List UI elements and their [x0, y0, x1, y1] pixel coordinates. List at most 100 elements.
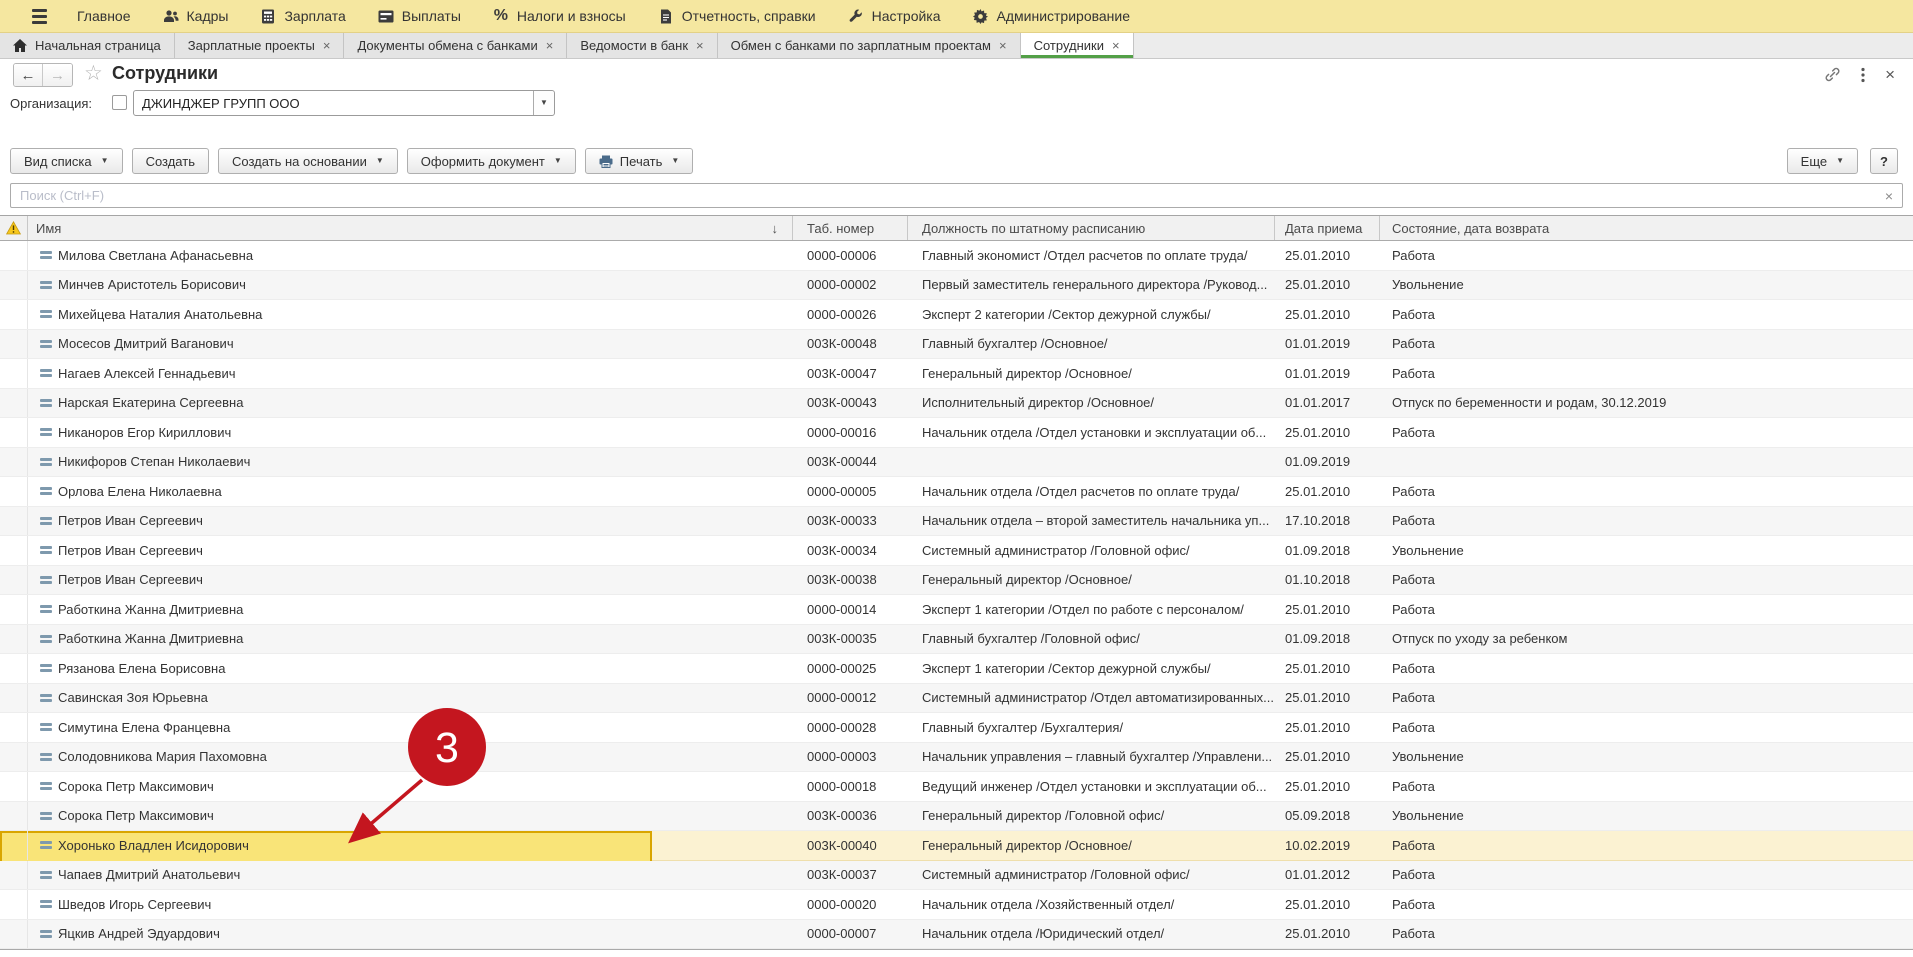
table-row[interactable]: Сорока Петр Максимович 003К-00036 Генера…: [0, 802, 1913, 832]
tab-number-cell[interactable]: 003К-00033: [793, 507, 908, 536]
position-cell[interactable]: Начальник отдела /Юридический отдел/: [908, 920, 1275, 949]
row-marker-cell[interactable]: [0, 713, 28, 742]
tab-number-cell[interactable]: 003К-00044: [793, 448, 908, 477]
get-link-icon[interactable]: [1824, 66, 1841, 83]
position-cell[interactable]: Главный бухгалтер /Головной офис/: [908, 625, 1275, 654]
hire-date-cell[interactable]: 25.01.2010: [1275, 772, 1380, 801]
position-cell[interactable]: Исполнительный директор /Основное/: [908, 389, 1275, 418]
menu-item-main[interactable]: Главное: [61, 0, 147, 32]
hire-date-cell[interactable]: 25.01.2010: [1275, 271, 1380, 300]
row-marker-cell[interactable]: [0, 802, 28, 831]
tab-number-cell[interactable]: 003К-00043: [793, 389, 908, 418]
state-cell[interactable]: Работа: [1380, 418, 1913, 447]
hire-date-cell[interactable]: 01.01.2012: [1275, 861, 1380, 890]
hire-date-cell[interactable]: 25.01.2010: [1275, 743, 1380, 772]
employee-name-cell[interactable]: Сорока Петр Максимович: [28, 772, 793, 801]
table-row[interactable]: Хоронько Владлен Исидорович 003К-00040 Г…: [0, 831, 1913, 861]
employee-name-cell[interactable]: Орлова Елена Николаевна: [28, 477, 793, 506]
tab-number-cell[interactable]: 003К-00034: [793, 536, 908, 565]
tab-number-cell[interactable]: 0000-00018: [793, 772, 908, 801]
column-header-name[interactable]: Имя ↓: [28, 216, 793, 240]
tab-number-cell[interactable]: 0000-00005: [793, 477, 908, 506]
table-row[interactable]: Савинская Зоя Юрьевна 0000-00012 Системн…: [0, 684, 1913, 714]
issue-document-button[interactable]: Оформить документ▼: [407, 148, 576, 174]
state-cell[interactable]: Работа: [1380, 713, 1913, 742]
tab-bank-exchange-documents[interactable]: Документы обмена с банками ×: [344, 33, 567, 58]
hire-date-cell[interactable]: 01.01.2017: [1275, 389, 1380, 418]
employee-name-cell[interactable]: Шведов Игорь Сергеевич: [28, 890, 793, 919]
hire-date-cell[interactable]: 25.01.2010: [1275, 477, 1380, 506]
state-cell[interactable]: [1380, 448, 1913, 477]
row-marker-cell[interactable]: [0, 831, 28, 860]
table-row[interactable]: Рязанова Елена Борисовна 0000-00025 Эксп…: [0, 654, 1913, 684]
tab-number-cell[interactable]: 0000-00016: [793, 418, 908, 447]
hire-date-cell[interactable]: 25.01.2010: [1275, 241, 1380, 270]
table-row[interactable]: Орлова Елена Николаевна 0000-00005 Начал…: [0, 477, 1913, 507]
position-cell[interactable]: Системный администратор /Головной офис/: [908, 861, 1275, 890]
employee-name-cell[interactable]: Мосесов Дмитрий Ваганович: [28, 330, 793, 359]
row-marker-cell[interactable]: [0, 241, 28, 270]
hire-date-cell[interactable]: 01.09.2018: [1275, 625, 1380, 654]
position-cell[interactable]: [908, 448, 1275, 477]
tab-number-cell[interactable]: 0000-00002: [793, 271, 908, 300]
organization-dropdown-button[interactable]: ▼: [533, 91, 554, 115]
position-cell[interactable]: Начальник отдела – второй заместитель на…: [908, 507, 1275, 536]
row-marker-cell[interactable]: [0, 330, 28, 359]
menu-item-zarplata[interactable]: Зарплата: [244, 0, 361, 32]
row-marker-cell[interactable]: [0, 507, 28, 536]
tab-close-icon[interactable]: ×: [1112, 39, 1120, 52]
row-marker-cell[interactable]: [0, 772, 28, 801]
position-cell[interactable]: Начальник управления – главный бухгалтер…: [908, 743, 1275, 772]
tab-close-icon[interactable]: ×: [323, 39, 331, 52]
table-row[interactable]: Солодовникова Мария Пахомовна 0000-00003…: [0, 743, 1913, 773]
position-cell[interactable]: Главный бухгалтер /Основное/: [908, 330, 1275, 359]
table-row[interactable]: Сорока Петр Максимович 0000-00018 Ведущи…: [0, 772, 1913, 802]
hire-date-cell[interactable]: 17.10.2018: [1275, 507, 1380, 536]
employee-name-cell[interactable]: Минчев Аристотель Борисович: [28, 271, 793, 300]
position-cell[interactable]: Главный бухгалтер /Бухгалтерия/: [908, 713, 1275, 742]
state-cell[interactable]: Отпуск по беременности и родам, 30.12.20…: [1380, 389, 1913, 418]
state-cell[interactable]: Увольнение: [1380, 802, 1913, 831]
row-marker-cell[interactable]: [0, 861, 28, 890]
column-header-position[interactable]: Должность по штатному расписанию: [908, 216, 1275, 240]
tab-number-cell[interactable]: 0000-00007: [793, 920, 908, 949]
employee-name-cell[interactable]: Сорока Петр Максимович: [28, 802, 793, 831]
help-button[interactable]: ?: [1870, 148, 1898, 174]
organization-input[interactable]: [134, 91, 533, 115]
table-row[interactable]: Петров Иван Сергеевич 003К-00033 Начальн…: [0, 507, 1913, 537]
position-cell[interactable]: Генеральный директор /Основное/: [908, 831, 1275, 860]
tab-number-cell[interactable]: 003К-00038: [793, 566, 908, 595]
row-marker-cell[interactable]: [0, 271, 28, 300]
organization-checkbox[interactable]: [112, 95, 127, 110]
position-cell[interactable]: Начальник отдела /Отдел установки и эксп…: [908, 418, 1275, 447]
view-list-button[interactable]: Вид списка▼: [10, 148, 123, 174]
position-cell[interactable]: Генеральный директор /Основное/: [908, 566, 1275, 595]
position-cell[interactable]: Эксперт 1 категории /Отдел по работе с п…: [908, 595, 1275, 624]
state-cell[interactable]: Работа: [1380, 595, 1913, 624]
hire-date-cell[interactable]: 01.09.2019: [1275, 448, 1380, 477]
tab-close-icon[interactable]: ×: [696, 39, 704, 52]
employee-name-cell[interactable]: Петров Иван Сергеевич: [28, 566, 793, 595]
menu-item-nastroika[interactable]: Настройка: [832, 0, 957, 32]
state-cell[interactable]: Работа: [1380, 684, 1913, 713]
back-button[interactable]: ←: [14, 64, 43, 86]
hire-date-cell[interactable]: 05.09.2018: [1275, 802, 1380, 831]
state-cell[interactable]: Увольнение: [1380, 743, 1913, 772]
table-row[interactable]: Мосесов Дмитрий Ваганович 003К-00048 Гла…: [0, 330, 1913, 360]
tab-number-cell[interactable]: 003К-00040: [793, 831, 908, 860]
tab-number-cell[interactable]: 0000-00025: [793, 654, 908, 683]
table-row[interactable]: Работкина Жанна Дмитриевна 0000-00014 Эк…: [0, 595, 1913, 625]
employee-name-cell[interactable]: Никаноров Егор Кириллович: [28, 418, 793, 447]
table-row[interactable]: Шведов Игорь Сергеевич 0000-00020 Началь…: [0, 890, 1913, 920]
hire-date-cell[interactable]: 25.01.2010: [1275, 418, 1380, 447]
position-cell[interactable]: Начальник отдела /Отдел расчетов по опла…: [908, 477, 1275, 506]
tab-number-cell[interactable]: 003К-00047: [793, 359, 908, 388]
state-cell[interactable]: Увольнение: [1380, 271, 1913, 300]
row-marker-cell[interactable]: [0, 536, 28, 565]
tab-home[interactable]: Начальная страница: [0, 33, 175, 58]
state-cell[interactable]: Работа: [1380, 359, 1913, 388]
position-cell[interactable]: Системный администратор /Отдел автоматиз…: [908, 684, 1275, 713]
create-based-on-button[interactable]: Создать на основании▼: [218, 148, 398, 174]
menu-item-nalogi[interactable]: % Налоги и взносы: [477, 0, 642, 32]
table-row[interactable]: Нагаев Алексей Геннадьевич 003К-00047 Ге…: [0, 359, 1913, 389]
